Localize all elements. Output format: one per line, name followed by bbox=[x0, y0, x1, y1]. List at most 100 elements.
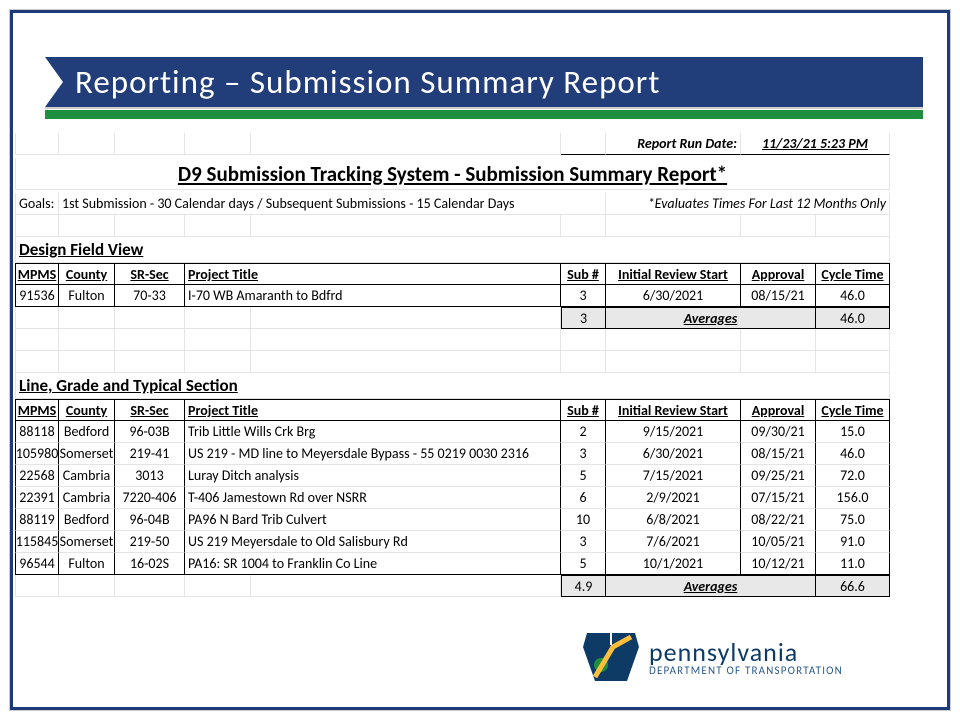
logo-dept: DEPARTMENT OF TRANSPORTATION bbox=[649, 665, 843, 676]
cell-mpms: 91536 bbox=[15, 285, 59, 307]
cell-srsec: 219-50 bbox=[115, 531, 185, 553]
cell-sub: 3 bbox=[561, 285, 606, 307]
table-row: 88119Bedford96-04BPA96 N Bard Trib Culve… bbox=[15, 509, 945, 531]
goals-text: 1st Submission - 30 Calendar days / Subs… bbox=[59, 193, 606, 215]
col-approval: Approval bbox=[741, 399, 816, 421]
cell-irs: 7/6/2021 bbox=[606, 531, 741, 553]
section2-col-header: MPMS County SR-Sec Project Title Sub # I… bbox=[15, 399, 945, 421]
title-underline-green bbox=[45, 109, 923, 119]
col-county: County bbox=[59, 399, 115, 421]
section2-averages-row: 4.9 Averages 66.6 bbox=[15, 575, 945, 597]
slide-title-notch bbox=[45, 57, 63, 107]
col-irs: Initial Review Start bbox=[606, 399, 741, 421]
logo-state: pennsylvania bbox=[649, 639, 843, 665]
cell-sub: 3 bbox=[561, 443, 606, 465]
logo-text: pennsylvania DEPARTMENT OF TRANSPORTATIO… bbox=[649, 639, 843, 676]
cell-cycle: 91.0 bbox=[816, 531, 890, 553]
section1-rows: 91536Fulton70-33I-70 WB Amaranth to Bdfr… bbox=[15, 285, 945, 307]
col-cycle: Cycle Time bbox=[816, 399, 890, 421]
cell-approval: 08/22/21 bbox=[741, 509, 816, 531]
section1-header-row: Design Field View bbox=[15, 237, 945, 263]
cell-county: Fulton bbox=[59, 285, 115, 307]
cell-mpms: 96544 bbox=[15, 553, 59, 575]
col-mpms: MPMS bbox=[15, 263, 59, 285]
report-sheet: Report Run Date: 11/23/21 5:23 PM D9 Sub… bbox=[15, 133, 945, 617]
table-row: 105980Somerset219-41US 219 - MD line to … bbox=[15, 443, 945, 465]
cell-title: Luray Ditch analysis bbox=[185, 465, 561, 487]
cell-cycle: 11.0 bbox=[816, 553, 890, 575]
col-county: County bbox=[59, 263, 115, 285]
col-srsec: SR-Sec bbox=[115, 399, 185, 421]
cell-approval: 10/12/21 bbox=[741, 553, 816, 575]
cell-title: I-70 WB Amaranth to Bdfrd bbox=[185, 285, 561, 307]
goals-label: Goals: bbox=[15, 193, 59, 215]
cell-cycle: 156.0 bbox=[816, 487, 890, 509]
cell-title: Trib Little Wills Crk Brg bbox=[185, 421, 561, 443]
cell-srsec: 70-33 bbox=[115, 285, 185, 307]
cell-irs: 9/15/2021 bbox=[606, 421, 741, 443]
col-sub: Sub # bbox=[561, 263, 606, 285]
section2-header-row: Line, Grade and Typical Section bbox=[15, 373, 945, 399]
cell-title: PA16: SR 1004 to Franklin Co Line bbox=[185, 553, 561, 575]
goals-note: *Evaluates Times For Last 12 Months Only bbox=[606, 193, 890, 215]
cell-sub: 5 bbox=[561, 553, 606, 575]
slide-title-bar: Reporting – Submission Summary Report bbox=[45, 57, 923, 107]
table-row: 96544Fulton16-02SPA16: SR 1004 to Frankl… bbox=[15, 553, 945, 575]
col-sub: Sub # bbox=[561, 399, 606, 421]
slide-frame: Reporting – Submission Summary Report Re… bbox=[10, 10, 950, 710]
cell-cycle: 46.0 bbox=[816, 443, 890, 465]
cell-title: T-406 Jamestown Rd over NSRR bbox=[185, 487, 561, 509]
cell-title: US 219 - MD line to Meyersdale Bypass - … bbox=[185, 443, 561, 465]
run-date-value: 11/23/21 5:23 PM bbox=[741, 133, 890, 155]
cell-cycle: 72.0 bbox=[816, 465, 890, 487]
col-mpms: MPMS bbox=[15, 399, 59, 421]
col-srsec: SR-Sec bbox=[115, 263, 185, 285]
col-cycle: Cycle Time bbox=[816, 263, 890, 285]
cell-sub: 6 bbox=[561, 487, 606, 509]
cell-county: Bedford bbox=[59, 421, 115, 443]
cell-mpms: 88119 bbox=[15, 509, 59, 531]
cell-approval: 08/15/21 bbox=[741, 285, 816, 307]
keystone-icon bbox=[583, 633, 639, 681]
report-title-row: D9 Submission Tracking System - Submissi… bbox=[15, 155, 945, 193]
cell-approval: 10/05/21 bbox=[741, 531, 816, 553]
cell-cycle: 15.0 bbox=[816, 421, 890, 443]
cell-irs: 10/1/2021 bbox=[606, 553, 741, 575]
section2-rows: 88118Bedford96-03BTrib Little Wills Crk … bbox=[15, 421, 945, 575]
cell-irs: 6/8/2021 bbox=[606, 509, 741, 531]
run-date-label: Report Run Date: bbox=[606, 133, 741, 155]
cell-srsec: 96-03B bbox=[115, 421, 185, 443]
col-irs: Initial Review Start bbox=[606, 263, 741, 285]
section2-avg-sub: 4.9 bbox=[561, 575, 606, 597]
cell-irs: 6/30/2021 bbox=[606, 285, 741, 307]
cell-approval: 09/25/21 bbox=[741, 465, 816, 487]
table-row: 22391Cambria7220-406T-406 Jamestown Rd o… bbox=[15, 487, 945, 509]
spacer bbox=[15, 351, 945, 373]
cell-approval: 07/15/21 bbox=[741, 487, 816, 509]
cell-mpms: 115845 bbox=[15, 531, 59, 553]
cell-sub: 3 bbox=[561, 531, 606, 553]
col-title: Project Title bbox=[185, 399, 561, 421]
table-row: 91536Fulton70-33I-70 WB Amaranth to Bdfr… bbox=[15, 285, 945, 307]
col-approval: Approval bbox=[741, 263, 816, 285]
cell-cycle: 75.0 bbox=[816, 509, 890, 531]
slide-title: Reporting – Submission Summary Report bbox=[75, 62, 660, 102]
cell-mpms: 105980 bbox=[15, 443, 59, 465]
spacer bbox=[15, 329, 945, 351]
cell-mpms: 22391 bbox=[15, 487, 59, 509]
cell-srsec: 7220-406 bbox=[115, 487, 185, 509]
cell-srsec: 16-02S bbox=[115, 553, 185, 575]
cell-mpms: 88118 bbox=[15, 421, 59, 443]
cell-irs: 7/15/2021 bbox=[606, 465, 741, 487]
cell-county: Somerset bbox=[59, 443, 115, 465]
table-row: 88118Bedford96-03BTrib Little Wills Crk … bbox=[15, 421, 945, 443]
table-row: 115845Somerset219-50US 219 Meyersdale to… bbox=[15, 531, 945, 553]
cell-srsec: 219-41 bbox=[115, 443, 185, 465]
cell-srsec: 96-04B bbox=[115, 509, 185, 531]
cell-county: Cambria bbox=[59, 487, 115, 509]
cell-sub: 5 bbox=[561, 465, 606, 487]
cell-irs: 2/9/2021 bbox=[606, 487, 741, 509]
cell-approval: 08/15/21 bbox=[741, 443, 816, 465]
section1-col-header: MPMS County SR-Sec Project Title Sub # I… bbox=[15, 263, 945, 285]
cell-title: PA96 N Bard Trib Culvert bbox=[185, 509, 561, 531]
